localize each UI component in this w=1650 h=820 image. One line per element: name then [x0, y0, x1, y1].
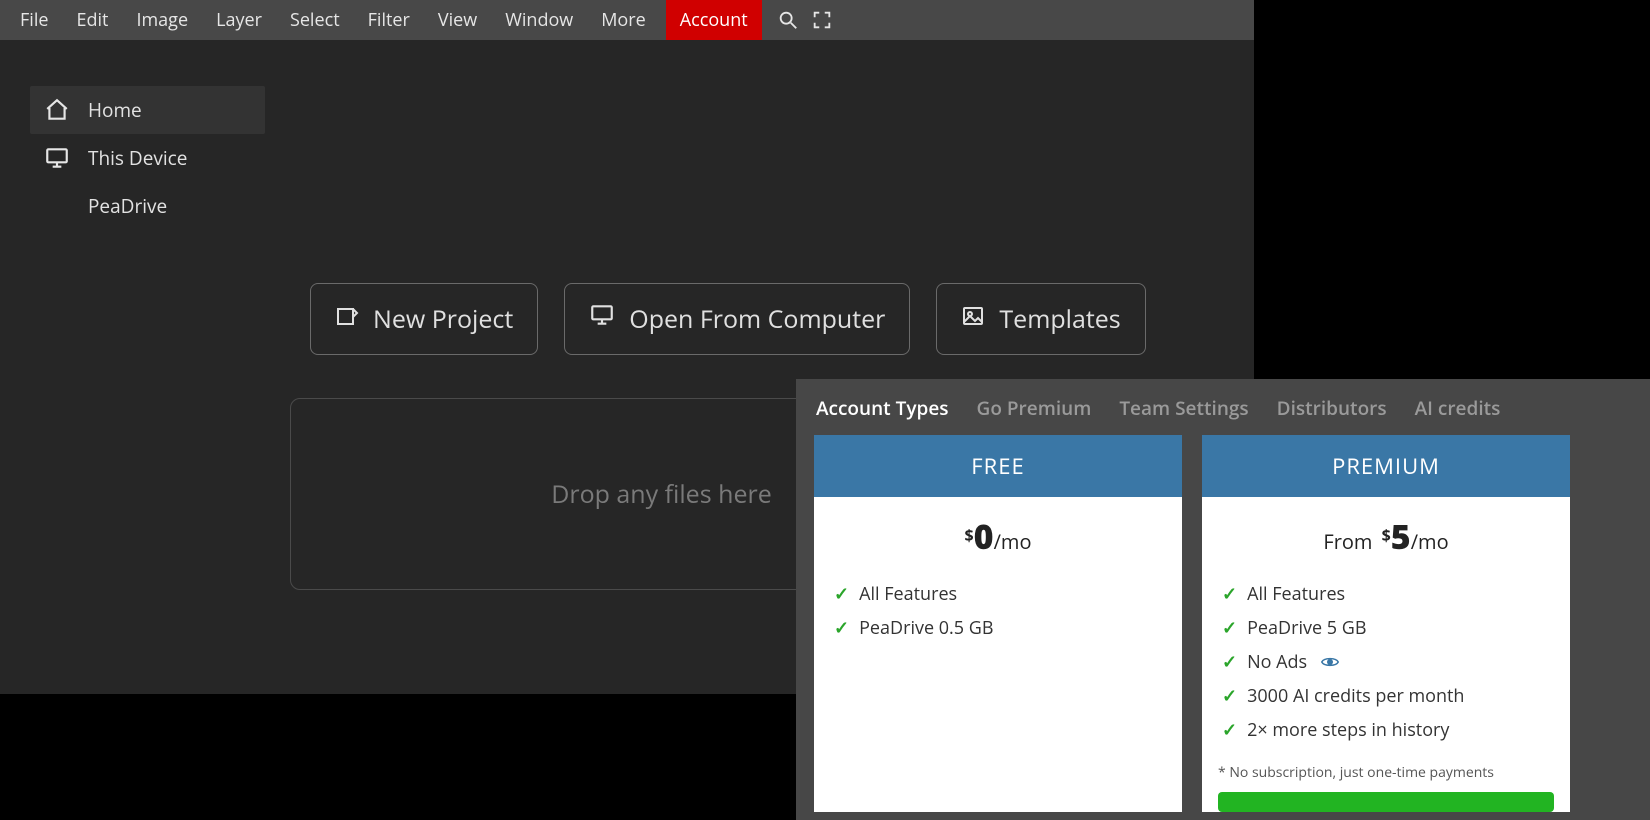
tab-go-premium[interactable]: Go Premium: [977, 395, 1092, 421]
image-icon: [961, 302, 985, 336]
open-from-computer-button[interactable]: Open From Computer: [564, 283, 910, 355]
menu-more[interactable]: More: [587, 0, 659, 40]
price-from: From: [1323, 528, 1377, 555]
feature-item: ✓ All Features: [1222, 577, 1550, 611]
account-panel-tabs: Account Types Go Premium Team Settings D…: [796, 379, 1650, 435]
tab-distributors[interactable]: Distributors: [1277, 395, 1387, 421]
sidebar-item-label: PeaDrive: [88, 193, 167, 219]
check-icon: ✓: [834, 616, 849, 640]
feature-text: PeaDrive 5 GB: [1247, 616, 1366, 640]
tab-team-settings[interactable]: Team Settings: [1119, 395, 1248, 421]
computer-icon: [589, 302, 615, 336]
sidebar-item-home[interactable]: Home: [30, 86, 265, 134]
feature-item: ✓ No Ads: [1222, 645, 1550, 679]
plan-free-title: FREE: [814, 435, 1182, 497]
check-icon: ✓: [1222, 650, 1237, 674]
check-icon: ✓: [1222, 718, 1237, 742]
check-icon: ✓: [1222, 684, 1237, 708]
menu-view[interactable]: View: [424, 0, 491, 40]
feature-item: ✓ PeaDrive 5 GB: [1222, 611, 1550, 645]
menu-image[interactable]: Image: [122, 0, 202, 40]
price-period: /mo: [1411, 528, 1449, 555]
premium-cta-button[interactable]: [1218, 792, 1554, 812]
new-project-icon: [335, 302, 359, 336]
plan-premium-features: ✓ All Features ✓ PeaDrive 5 GB ✓ No Ads ✓ 30…: [1202, 571, 1570, 759]
fullscreen-icon[interactable]: [808, 6, 836, 34]
feature-item: ✓ 2× more steps in history: [1222, 713, 1550, 747]
feature-item: ✓ All Features: [834, 577, 1162, 611]
menu-window[interactable]: Window: [491, 0, 587, 40]
new-project-label: New Project: [373, 302, 513, 336]
new-project-button[interactable]: New Project: [310, 283, 538, 355]
sidebar: Home This Device PeaDrive: [30, 86, 265, 230]
feature-text: All Features: [859, 582, 957, 606]
check-icon: ✓: [1222, 582, 1237, 606]
menu-layer[interactable]: Layer: [202, 0, 276, 40]
check-icon: ✓: [1222, 616, 1237, 640]
price-amount: 5: [1391, 513, 1411, 559]
currency-symbol: $: [965, 524, 974, 546]
sidebar-item-this-device[interactable]: This Device: [30, 134, 265, 182]
menu-file[interactable]: File: [6, 0, 63, 40]
search-icon[interactable]: [774, 6, 802, 34]
menu-edit[interactable]: Edit: [63, 0, 123, 40]
menubar: File Edit Image Layer Select Filter View…: [0, 0, 1254, 40]
feature-text: No Ads: [1247, 650, 1307, 674]
templates-button[interactable]: Templates: [936, 283, 1145, 355]
plan-premium-title: PREMIUM: [1202, 435, 1570, 497]
feature-item: ✓ 3000 AI credits per month: [1222, 679, 1550, 713]
feature-text: 2× more steps in history: [1247, 718, 1449, 742]
pricing-plans: FREE $0/mo ✓ All Features ✓ PeaDrive 0.5 G…: [796, 435, 1650, 812]
feature-text: PeaDrive 0.5 GB: [859, 616, 993, 640]
eye-icon: [1321, 655, 1339, 669]
menu-account[interactable]: Account: [666, 0, 762, 40]
menu-select[interactable]: Select: [276, 0, 354, 40]
currency-symbol: $: [1382, 524, 1391, 546]
plan-free-price: $0/mo: [814, 497, 1182, 571]
sidebar-item-label: Home: [88, 97, 142, 123]
tab-ai-credits[interactable]: AI credits: [1415, 395, 1501, 421]
plan-premium-price: From $5/mo: [1202, 497, 1570, 571]
sidebar-item-label: This Device: [88, 145, 187, 171]
blank-icon: [44, 193, 78, 219]
plan-free: FREE $0/mo ✓ All Features ✓ PeaDrive 0.5 G…: [814, 435, 1182, 812]
templates-label: Templates: [999, 302, 1120, 336]
main-action-buttons: New Project Open From Computer Templates: [310, 283, 1146, 355]
home-icon: [44, 97, 78, 123]
dropzone-text: Drop any files here: [551, 477, 772, 511]
account-panel: Account Types Go Premium Team Settings D…: [796, 379, 1650, 820]
plan-premium: PREMIUM From $5/mo ✓ All Features ✓ PeaDri…: [1202, 435, 1570, 812]
feature-text: 3000 AI credits per month: [1247, 684, 1464, 708]
feature-text: All Features: [1247, 582, 1345, 606]
price-period: /mo: [994, 528, 1032, 555]
open-from-computer-label: Open From Computer: [629, 302, 885, 336]
price-amount: 0: [974, 513, 994, 559]
monitor-icon: [44, 145, 78, 171]
plan-premium-fineprint: * No subscription, just one-time payment…: [1202, 759, 1570, 792]
plan-free-features: ✓ All Features ✓ PeaDrive 0.5 GB: [814, 571, 1182, 657]
check-icon: ✓: [834, 582, 849, 606]
tab-account-types[interactable]: Account Types: [816, 395, 949, 421]
sidebar-item-peadrive[interactable]: PeaDrive: [30, 182, 265, 230]
feature-item: ✓ PeaDrive 0.5 GB: [834, 611, 1162, 645]
menu-filter[interactable]: Filter: [354, 0, 424, 40]
